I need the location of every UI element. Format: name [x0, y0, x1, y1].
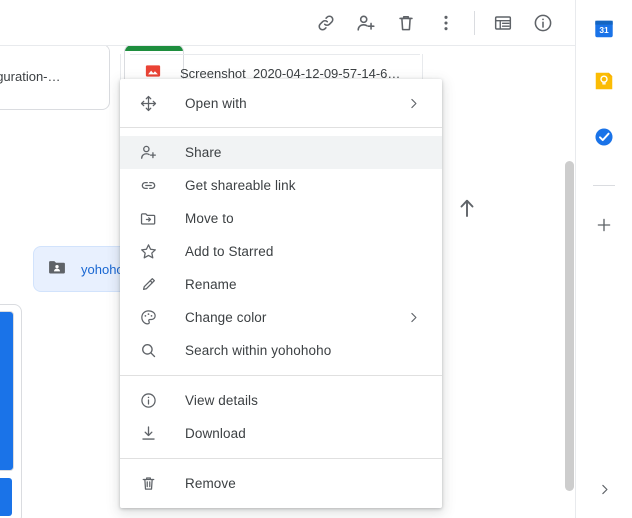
top-toolbar [0, 0, 575, 45]
file-card-label: d Configuration-… [0, 69, 61, 84]
add-addons-icon[interactable] [589, 210, 619, 240]
menu-item-rename[interactable]: Rename [120, 268, 442, 301]
thumbnail-preview[interactable] [0, 311, 14, 471]
context-menu: Open with Share Get shareable link Move … [120, 79, 442, 508]
link-icon [138, 176, 158, 196]
pencil-rename-icon [138, 275, 158, 295]
search-icon [138, 341, 158, 361]
google-keep-icon[interactable] [592, 69, 616, 93]
menu-item-label: Share [185, 145, 222, 160]
menu-separator [120, 127, 442, 128]
menu-item-open-with[interactable]: Open with [120, 87, 442, 119]
svg-text:31: 31 [599, 25, 609, 35]
menu-item-get-shareable-link[interactable]: Get shareable link [120, 169, 442, 202]
move-to-folder-icon [138, 209, 158, 229]
menu-item-change-color[interactable]: Change color [120, 301, 442, 334]
chevron-right-icon [407, 97, 420, 110]
expand-side-panel-icon[interactable] [591, 476, 617, 502]
scrollbar-thumb[interactable] [565, 161, 574, 491]
menu-item-label: Get shareable link [185, 178, 296, 193]
info-circle-icon [138, 391, 158, 411]
card-accent-bar-green [125, 46, 183, 51]
google-calendar-icon[interactable]: 31 [592, 17, 616, 41]
star-icon [138, 242, 158, 262]
menu-separator [120, 375, 442, 376]
thumbnail-preview-secondary[interactable] [0, 478, 12, 516]
share-person-add-icon [138, 143, 158, 163]
menu-item-search-within[interactable]: Search within yohohoho [120, 334, 442, 367]
menu-item-label: Add to Starred [185, 244, 274, 259]
shared-folder-icon [47, 257, 67, 282]
menu-item-label: View details [185, 393, 258, 408]
menu-separator [120, 458, 442, 459]
menu-item-label: Remove [185, 476, 236, 491]
list-view-icon[interactable] [483, 3, 523, 43]
trash-icon [138, 474, 158, 494]
menu-item-label: Rename [185, 277, 237, 292]
menu-item-remove[interactable]: Remove [120, 467, 442, 500]
chevron-right-icon [407, 311, 420, 324]
google-apps-side-panel: 31 [575, 0, 632, 518]
menu-item-move-to[interactable]: Move to [120, 202, 442, 235]
menu-item-label: Open with [185, 95, 247, 111]
menu-item-download[interactable]: Download [120, 417, 442, 450]
get-link-icon[interactable] [306, 3, 346, 43]
palette-icon [138, 308, 158, 328]
menu-item-view-details[interactable]: View details [120, 384, 442, 417]
file-card[interactable]: d Configuration-… [0, 46, 110, 110]
menu-item-share[interactable]: Share [120, 136, 442, 169]
menu-item-label: Search within yohohoho [185, 343, 332, 358]
open-with-icon [138, 93, 158, 113]
toolbar-divider [474, 10, 475, 35]
vertical-scrollbar[interactable] [561, 46, 575, 518]
add-person-icon[interactable] [346, 3, 386, 43]
side-panel-divider [593, 185, 615, 186]
more-options-icon[interactable] [426, 3, 466, 43]
drive-app-window: d Configuration-… Screenshot_2020-04-12-… [0, 0, 632, 518]
menu-item-label: Download [185, 426, 246, 441]
download-icon [138, 424, 158, 444]
trash-icon[interactable] [386, 3, 426, 43]
details-info-icon[interactable] [523, 3, 563, 43]
menu-item-add-to-starred[interactable]: Add to Starred [120, 235, 442, 268]
google-tasks-icon[interactable] [592, 125, 616, 149]
folder-name: yohoho [81, 261, 124, 277]
mouse-cursor-arrow [459, 198, 475, 223]
menu-item-label: Change color [185, 310, 267, 325]
card-accent-bar [0, 46, 109, 51]
menu-item-label: Move to [185, 211, 234, 226]
